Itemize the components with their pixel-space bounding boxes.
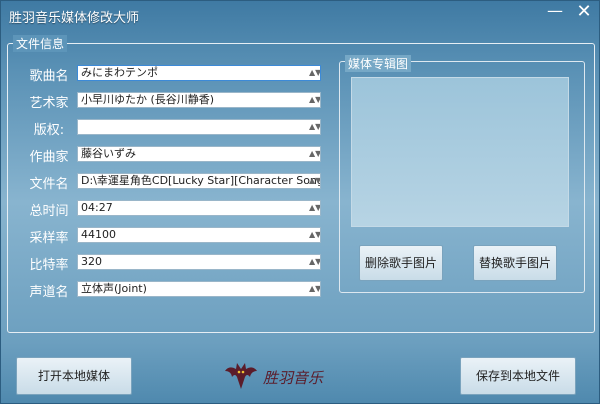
copyright-field[interactable]: ▲▼ bbox=[77, 119, 321, 135]
label-channel: 声道名 bbox=[29, 285, 69, 300]
title-bar[interactable]: 胜羽音乐媒体修改大师 — ✕ bbox=[1, 1, 599, 31]
file-name-field[interactable]: D:\幸運星角色CD[Lucky Star][Character Song V … bbox=[77, 173, 321, 189]
dropdown-arrow-icon[interactable]: ▲▼ bbox=[309, 230, 320, 240]
sample-rate-field[interactable]: 44100 ▲▼ bbox=[77, 227, 321, 243]
dropdown-arrow-icon[interactable]: ▲▼ bbox=[309, 95, 320, 105]
label-bitrate: 比特率 bbox=[29, 258, 69, 273]
song-name-field[interactable]: みにまわテンポ ▲▼ bbox=[77, 65, 321, 81]
album-art-image[interactable] bbox=[351, 77, 569, 227]
dropdown-arrow-icon[interactable]: ▲▼ bbox=[309, 203, 320, 213]
dropdown-arrow-icon[interactable]: ▲▼ bbox=[309, 176, 320, 186]
bat-logo-icon bbox=[225, 363, 257, 389]
label-sample-rate: 采样率 bbox=[29, 231, 69, 246]
label-song-name: 歌曲名 bbox=[29, 69, 69, 84]
song-name-value: みにまわテンポ bbox=[81, 66, 158, 79]
composer-value: 藤谷いずみ bbox=[81, 147, 136, 160]
replace-artist-image-button[interactable]: 替换歌手图片 bbox=[473, 245, 557, 281]
logo-text: 胜羽音乐 bbox=[263, 369, 324, 387]
album-art-legend: 媒体专辑图 bbox=[345, 55, 412, 72]
label-copyright: 版权: bbox=[33, 123, 65, 138]
artist-field[interactable]: 小早川ゆたか (長谷川静香) ▲▼ bbox=[77, 92, 321, 108]
open-local-media-button[interactable]: 打开本地媒体 bbox=[16, 357, 132, 395]
dropdown-arrow-icon[interactable]: ▲▼ bbox=[309, 284, 320, 294]
main-window: 胜羽音乐媒体修改大师 — ✕ 文件信息 歌曲名 みにまわテンポ ▲▼ 艺术家 小… bbox=[0, 0, 600, 404]
brand-logo: 胜羽音乐 bbox=[223, 359, 353, 393]
duration-value: 04:27 bbox=[81, 201, 113, 214]
bitrate-value: 320 bbox=[81, 255, 102, 268]
channel-field[interactable]: 立体声(Joint) ▲▼ bbox=[77, 281, 321, 297]
channel-value: 立体声(Joint) bbox=[81, 282, 147, 295]
bitrate-field[interactable]: 320 ▲▼ bbox=[77, 254, 321, 270]
dropdown-arrow-icon[interactable]: ▲▼ bbox=[309, 257, 320, 267]
dropdown-arrow-icon[interactable]: ▲▼ bbox=[309, 122, 320, 132]
window-title: 胜羽音乐媒体修改大师 bbox=[9, 11, 140, 26]
dropdown-arrow-icon[interactable]: ▲▼ bbox=[309, 149, 320, 159]
minimize-button[interactable]: — bbox=[543, 3, 567, 23]
close-button[interactable]: ✕ bbox=[571, 2, 597, 24]
file-info-legend: 文件信息 bbox=[13, 35, 68, 52]
duration-field[interactable]: 04:27 ▲▼ bbox=[77, 200, 321, 216]
artist-value: 小早川ゆたか (長谷川静香) bbox=[81, 93, 215, 106]
save-to-local-file-button[interactable]: 保存到本地文件 bbox=[460, 357, 576, 395]
delete-artist-image-button[interactable]: 删除歌手图片 bbox=[359, 245, 443, 281]
label-duration: 总时间 bbox=[29, 204, 69, 219]
sample-rate-value: 44100 bbox=[81, 228, 116, 241]
label-composer: 作曲家 bbox=[29, 150, 69, 165]
dropdown-arrow-icon[interactable]: ▲▼ bbox=[309, 68, 320, 78]
composer-field[interactable]: 藤谷いずみ ▲▼ bbox=[77, 146, 321, 162]
label-file-name: 文件名 bbox=[29, 177, 69, 192]
label-artist: 艺术家 bbox=[29, 96, 69, 111]
file-name-value: D:\幸運星角色CD[Lucky Star][Character Song V bbox=[81, 174, 321, 187]
